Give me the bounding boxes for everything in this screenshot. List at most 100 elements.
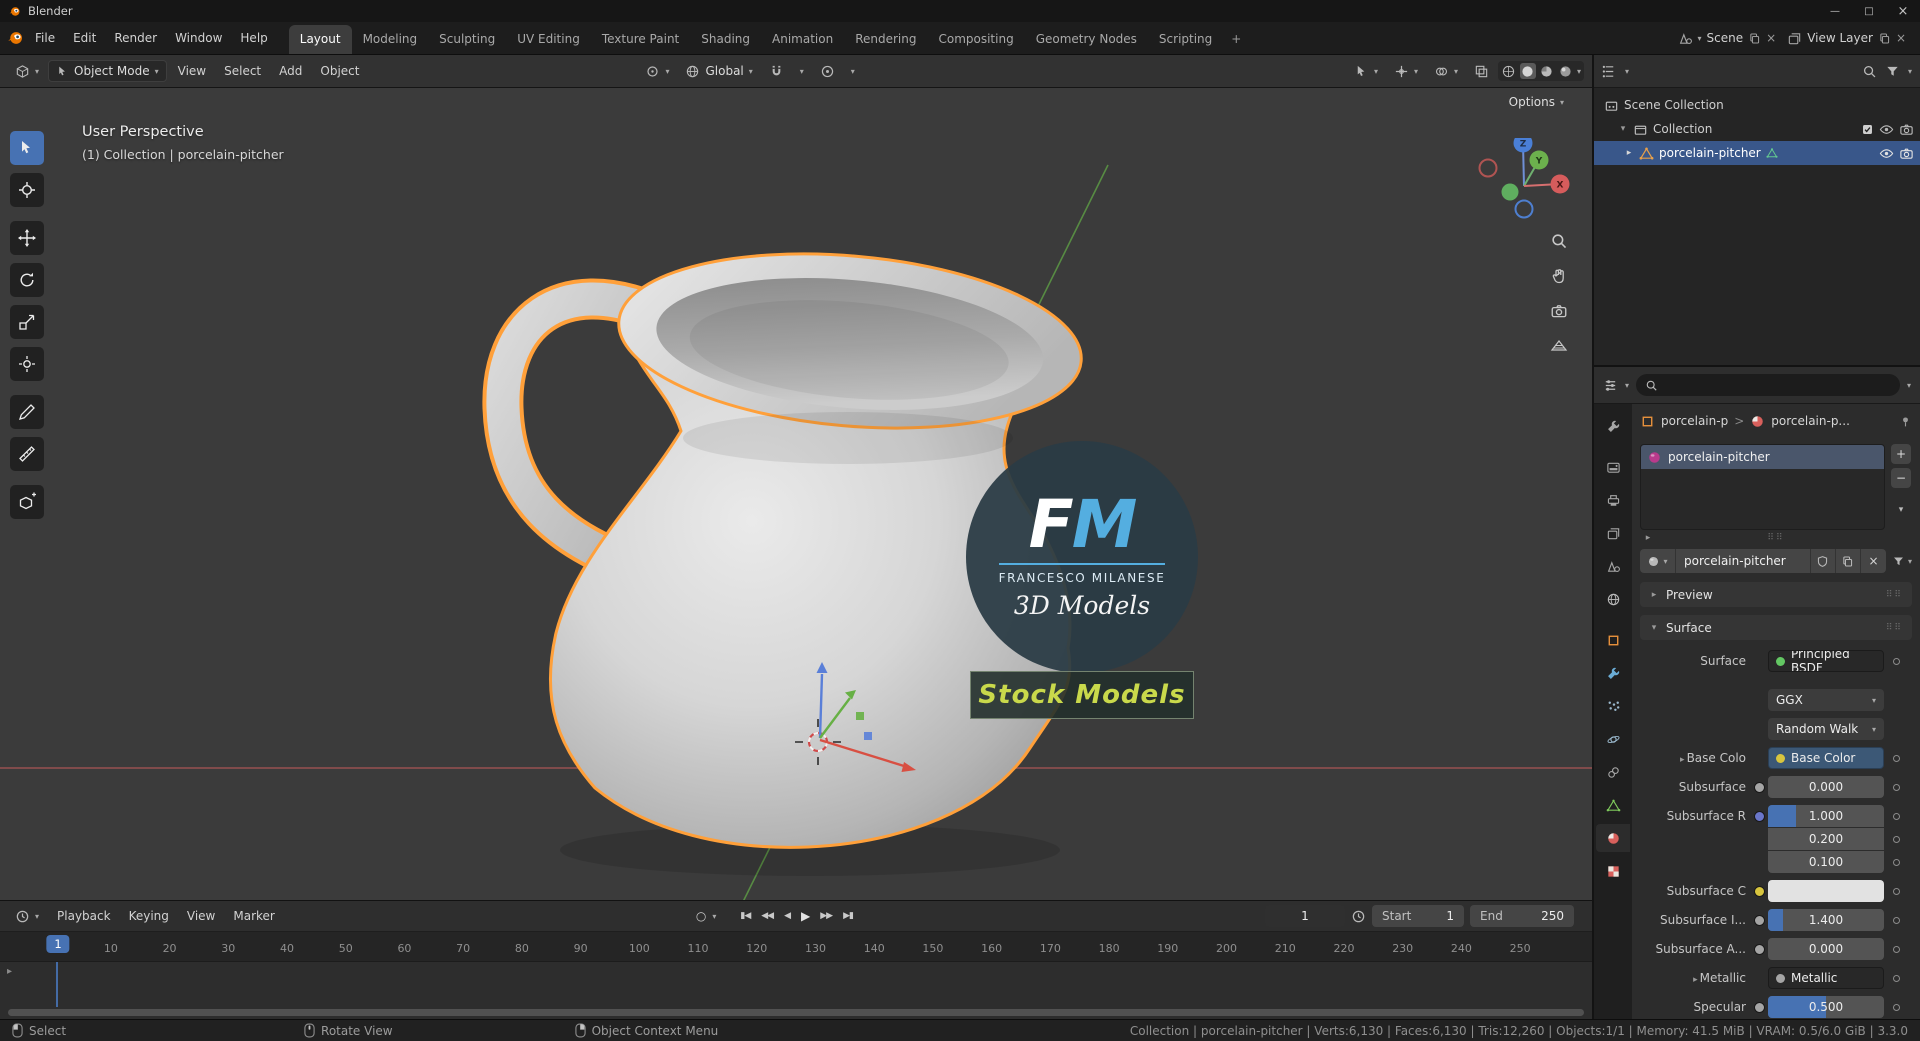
hide-eye-icon[interactable] <box>1879 122 1894 137</box>
tab-scene[interactable] <box>1596 552 1630 580</box>
timeline-menu-item[interactable]: Marker <box>224 909 283 923</box>
workspace-tab[interactable]: Scripting <box>1148 25 1223 54</box>
current-frame-field[interactable]: 1 <box>1265 905 1345 927</box>
minimize-button[interactable]: — <box>1818 0 1852 22</box>
add-workspace-button[interactable]: + <box>1223 25 1249 54</box>
remove-view-layer-icon[interactable]: × <box>1896 31 1906 45</box>
timeline-menu-item[interactable]: View <box>178 909 224 923</box>
slot-specials-dropdown[interactable]: ▾ <box>1891 500 1911 520</box>
shading-rendered-icon[interactable] <box>1558 63 1574 79</box>
outliner-row-object[interactable]: ▸ porcelain-pitcher <box>1594 141 1920 165</box>
editor-type-button[interactable]: ▾ <box>8 61 46 82</box>
mode-dropdown[interactable]: Object Mode ▾ <box>48 60 167 82</box>
auto-keying-button[interactable]: ○ <box>692 907 709 925</box>
timeline-scrollbar[interactable] <box>8 1009 1584 1016</box>
viewport-menu-item[interactable]: Add <box>270 64 311 78</box>
viewport-canvas[interactable]: User Perspective (1) Collection | porcel… <box>0 88 1592 900</box>
tab-render[interactable] <box>1596 453 1630 481</box>
tab-world[interactable] <box>1596 585 1630 613</box>
select-box-tool[interactable] <box>10 131 44 165</box>
snap-settings-dropdown[interactable]: ▾ <box>793 64 811 79</box>
sss-method-dropdown[interactable]: Random Walk ▾ <box>1768 718 1884 740</box>
channel-expand-icon[interactable]: ▸ <box>7 966 12 977</box>
expand-icon[interactable]: ▸ <box>1644 533 1654 543</box>
move-tool[interactable] <box>10 221 44 255</box>
decorator-icon[interactable] <box>1893 835 1900 843</box>
tab-output[interactable] <box>1596 486 1630 514</box>
subsurface-color-swatch[interactable] <box>1768 880 1884 902</box>
tab-object[interactable] <box>1596 626 1630 654</box>
outliner-row-collection[interactable]: ▾ Collection <box>1594 117 1920 141</box>
decorator-icon[interactable] <box>1893 657 1900 665</box>
tab-constraints[interactable] <box>1596 758 1630 786</box>
chevron-down-icon[interactable]: ▾ <box>1908 67 1912 76</box>
material-filter-dropdown[interactable]: ▾ <box>1892 555 1912 568</box>
pin-icon[interactable] <box>1899 415 1912 428</box>
close-button[interactable]: × <box>1886 0 1920 22</box>
topbar-menu-item[interactable]: Help <box>231 31 276 45</box>
search-icon[interactable] <box>1862 64 1877 79</box>
breadcrumb-object[interactable]: porcelain-p <box>1661 414 1728 428</box>
shading-mode-switch[interactable]: ▾ <box>1497 61 1584 81</box>
timeline-tracks[interactable]: ▸ <box>0 962 1592 1019</box>
chevron-down-icon[interactable]: ▾ <box>712 912 716 921</box>
properties-editor-icon[interactable] <box>1603 378 1618 393</box>
decorator-icon[interactable] <box>1893 887 1900 895</box>
outliner-row-scene-collection[interactable]: Scene Collection <box>1594 93 1920 117</box>
overlays-dropdown[interactable]: ▾ <box>1427 61 1465 82</box>
decorator-icon[interactable] <box>1893 812 1900 820</box>
tab-object-data[interactable] <box>1596 791 1630 819</box>
topbar-menu-item[interactable]: Edit <box>64 31 105 45</box>
subsurface-radius-b-slider[interactable]: 0.100 <box>1768 851 1884 873</box>
tab-particles[interactable] <box>1596 692 1630 720</box>
tab-material[interactable] <box>1596 824 1630 852</box>
jump-to-start-button[interactable]: ▮◀ <box>736 909 754 923</box>
zoom-icon[interactable] <box>1550 232 1568 250</box>
metallic-link[interactable]: Metallic <box>1768 967 1884 989</box>
proportional-falloff-dropdown[interactable]: ▾ <box>844 64 862 79</box>
timeline-menu-item[interactable]: Playback <box>48 909 120 923</box>
annotate-tool[interactable] <box>10 395 44 429</box>
gizmo-neg-y-ball[interactable] <box>1501 183 1519 201</box>
fake-user-button[interactable] <box>1810 549 1836 573</box>
preview-panel-header[interactable]: ▸ Preview ⠿⠿ <box>1640 582 1912 607</box>
surface-shader-button[interactable]: Principled BSDF <box>1768 650 1884 672</box>
frame-end-field[interactable]: End 250 <box>1470 905 1574 927</box>
subsurface-radius-r-slider[interactable]: 1.000 <box>1768 805 1884 827</box>
play-button[interactable]: ▶ <box>797 907 813 925</box>
disable-render-camera-icon[interactable] <box>1899 122 1914 137</box>
filter-funnel-icon[interactable] <box>1885 64 1900 79</box>
tab-physics[interactable] <box>1596 725 1630 753</box>
tab-view-layer[interactable] <box>1596 519 1630 547</box>
properties-search-input[interactable] <box>1636 374 1900 396</box>
browse-material-button[interactable]: ▾ <box>1640 549 1676 573</box>
new-scene-icon[interactable] <box>1748 32 1761 45</box>
rotate-tool[interactable] <box>10 263 44 297</box>
decorator-icon[interactable] <box>1893 1003 1900 1011</box>
workspace-tab[interactable]: Modeling <box>352 25 429 54</box>
decorator-icon[interactable] <box>1893 754 1900 762</box>
transform-pivot-button[interactable]: ▾ <box>638 61 676 82</box>
subsurface-anisotropy-slider[interactable]: 0.000 <box>1768 938 1884 960</box>
subsurface-ior-slider[interactable]: 1.400 <box>1768 909 1884 931</box>
workspace-tab[interactable]: Shading <box>690 25 761 54</box>
list-resize-grip[interactable]: ▸ ⠿⠿ <box>1632 530 1920 546</box>
workspace-tab[interactable]: Compositing <box>927 25 1024 54</box>
workspace-tab[interactable]: Layout <box>288 25 352 54</box>
options-dropdown[interactable]: Options ▾ <box>1509 95 1564 109</box>
measure-tool[interactable] <box>10 437 44 471</box>
navigation-gizmo[interactable]: Z Y X <box>1476 138 1572 234</box>
material-slot-list[interactable]: porcelain-pitcher <box>1640 444 1885 530</box>
breadcrumb-material[interactable]: porcelain-p... <box>1771 414 1850 428</box>
proportional-edit-toggle[interactable] <box>813 61 842 82</box>
play-reverse-button[interactable]: ◀ <box>780 909 794 923</box>
expand-icon[interactable]: ▸ <box>1624 148 1634 158</box>
blender-menu-icon[interactable] <box>6 29 24 47</box>
tab-modifiers[interactable] <box>1596 659 1630 687</box>
playhead-line[interactable] <box>56 962 58 1007</box>
snap-toggle[interactable] <box>762 61 791 82</box>
collapse-icon[interactable]: ▾ <box>1618 124 1628 134</box>
disable-render-camera-icon[interactable] <box>1899 146 1914 161</box>
decorator-icon[interactable] <box>1893 858 1900 866</box>
workspace-tab[interactable]: Rendering <box>844 25 927 54</box>
